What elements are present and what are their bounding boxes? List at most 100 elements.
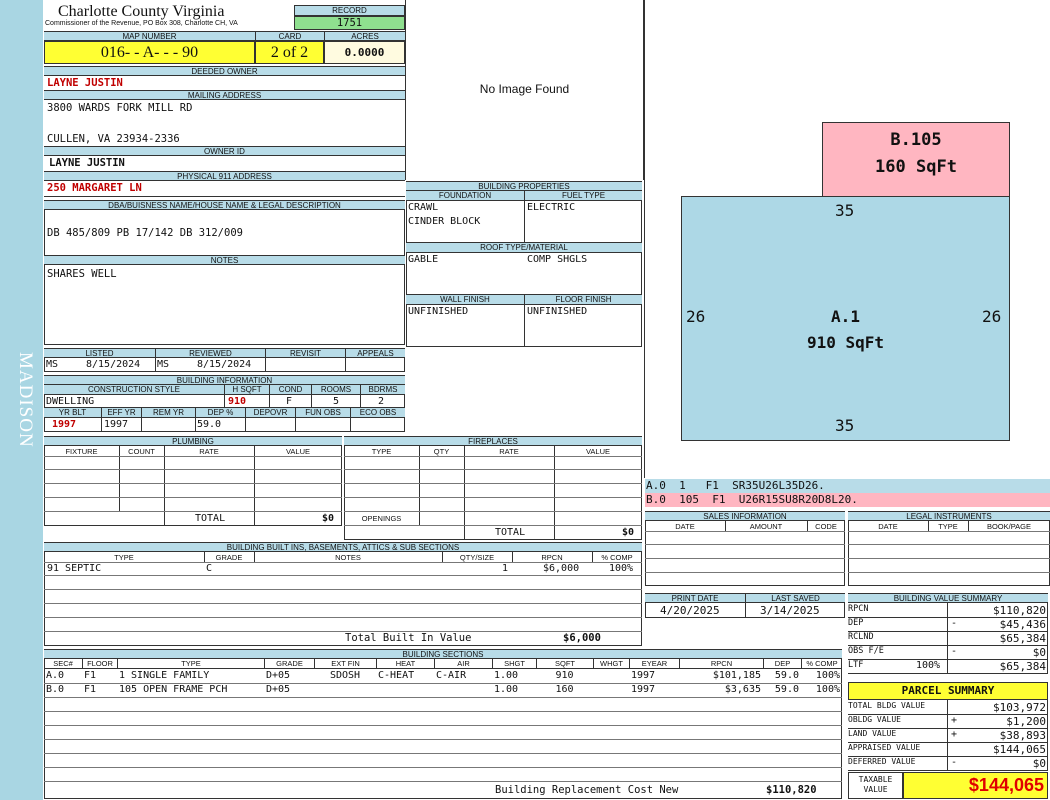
- no-image-text: No Image Found: [479, 82, 570, 96]
- eff-yr-value: 1997: [104, 419, 129, 430]
- eff-yr-header: EFF YR: [101, 408, 141, 418]
- fireplace-total-label: TOTAL: [495, 527, 526, 538]
- parcel-row: LAND VALUE + $38,893: [848, 728, 1048, 743]
- parcel-sign: -: [951, 757, 958, 768]
- wall-finish-value: UNFINISHED: [408, 306, 469, 317]
- section-cell: 1997: [631, 670, 656, 681]
- parcel-value: $1,200: [1006, 715, 1046, 728]
- vs-value: $65,384: [999, 660, 1046, 673]
- last-saved-header: LAST SAVED: [745, 593, 845, 603]
- section-cell: C-AIR: [436, 670, 467, 681]
- value-summary-row: RPCN $110,820: [848, 603, 1048, 618]
- section-cell: B.0: [46, 684, 65, 695]
- record-value: 1751: [294, 16, 405, 30]
- sections-col-header: % COMP: [801, 659, 842, 669]
- sketch-b-area: 160 SqFt: [875, 157, 957, 177]
- section-cell: $101,185: [712, 670, 761, 681]
- mailing-address-line1: 3800 WARDS FORK MILL RD: [47, 102, 193, 114]
- sales-amount-col: AMOUNT: [749, 522, 783, 531]
- plumbing-count-col: COUNT: [128, 447, 155, 456]
- builtins-rpcn-col: RPCN: [541, 553, 563, 562]
- parcel-row: APPRAISED VALUE $144,065: [848, 742, 1048, 757]
- builtins-header: BUILDING BUILT INS, BASEMENTS, ATTICS & …: [44, 542, 642, 552]
- sketch-vector-b: B.0 105 F1 U26R15SU8R20D8L20.: [645, 493, 1050, 507]
- roof-header: ROOF TYPE/MATERIAL: [406, 243, 642, 253]
- floor-finish-header: FLOOR FINISH: [524, 295, 642, 305]
- deeded-owner-header: DEEDED OWNER: [44, 66, 405, 76]
- commissioner-text: Commissioner of the Revenue, PO Box 308,…: [45, 20, 238, 27]
- plumbing-total-value: $0: [322, 513, 335, 524]
- sketch-dim-top: 35: [835, 201, 855, 220]
- section-cell: $3,635: [724, 684, 761, 695]
- card-value: 2 of 2: [255, 41, 324, 64]
- parcel-label: OBLDG VALUE: [848, 715, 901, 724]
- section-cell: 105 OPEN FRAME PCH: [119, 684, 228, 695]
- section-cell: 59.0: [774, 670, 799, 681]
- sections-col-header: SEC#: [53, 659, 73, 668]
- sections-col-header: HEAT: [376, 659, 434, 669]
- sections-col-header: RPCN: [679, 659, 763, 669]
- section-cell: 1.00: [494, 684, 519, 695]
- ltf-percent: 100%: [916, 660, 941, 671]
- plumbing-rate-col: RATE: [199, 447, 219, 456]
- dep-value: 59.0: [197, 419, 222, 430]
- physical-address-value: 250 MARGARET LN: [47, 182, 142, 194]
- fireplace-qty-col: QTY: [433, 447, 450, 456]
- builtins-row-rpcn: $6,000: [543, 563, 580, 574]
- fun-obs-header: FUN OBS: [295, 408, 350, 418]
- map-number-header: MAP NUMBER: [44, 31, 255, 41]
- vs-sign: -: [951, 646, 958, 657]
- reviewed-date: 8/15/2024: [197, 359, 252, 370]
- vs-value: $0: [1032, 646, 1046, 659]
- builtins-notes-col: NOTES: [335, 553, 361, 562]
- section-row: A.0 F1 1 SINGLE FAMILY D+05 SDOSH C-HEAT C-AIR…: [44, 669, 842, 683]
- plumbing-header: PLUMBING: [44, 436, 342, 446]
- listed-date: 8/15/2024: [86, 359, 141, 370]
- vs-value: $110,820: [993, 604, 1046, 617]
- parcel-sign: +: [951, 729, 958, 740]
- legal-type-col: TYPE: [938, 522, 958, 531]
- fireplace-value-col: VALUE: [585, 447, 611, 456]
- owner-id-header: OWNER ID: [44, 146, 405, 156]
- cond-header: COND: [269, 385, 311, 395]
- sections-header-row: SEC# FLOOR TYPE GRADE EXT FIN HEAT AIR SHGT SQFT…: [44, 659, 842, 669]
- sections-rows: A.0 F1 1 SINGLE FAMILY D+05 SDOSH C-HEAT C-AIR…: [44, 669, 842, 697]
- plumbing-total-label: TOTAL: [195, 513, 226, 524]
- taxable-label-line1: TAXABLE: [858, 775, 893, 784]
- fuel-type-header: FUEL TYPE: [524, 191, 642, 201]
- legal-bookpage-col: BOOK/PAGE: [986, 522, 1032, 531]
- value-summary-row: LTF 100% $65,384: [848, 659, 1048, 674]
- listed-header: LISTED: [44, 348, 155, 358]
- vs-label: LTF: [848, 660, 864, 670]
- sales-header: SALES INFORMATION: [645, 511, 845, 521]
- fireplace-type-col: TYPE: [371, 447, 392, 456]
- mailing-address-header: MAILING ADDRESS: [44, 90, 405, 100]
- vs-sign: -: [951, 618, 958, 629]
- section-cell: SDOSH: [329, 670, 361, 681]
- section-cell: 1997: [631, 684, 656, 695]
- vector-a-text: A.0 1 F1 SR35U26L35D26.: [646, 479, 825, 492]
- card-header: CARD: [255, 31, 324, 41]
- roof-box: [406, 253, 642, 295]
- value-summary-table: RPCN $110,820 DEP - $45,436 RCLND $65,38…: [848, 603, 1048, 674]
- roof-material-value: COMP SHGLS: [527, 254, 588, 265]
- builtins-row-comp: 100%: [609, 563, 634, 574]
- bdrms-header: BDRMS: [360, 385, 405, 395]
- vector-b-text: B.0 105 F1 U26R15SU8R20D8L20.: [646, 493, 858, 506]
- section-cell: 1.00: [494, 670, 519, 681]
- record-header: RECORD: [294, 5, 405, 16]
- builtins-grade-col: GRADE: [215, 553, 243, 562]
- county-title: Charlotte County Virginia: [58, 3, 225, 20]
- value-summary-row: OBS F/E - $0: [848, 645, 1048, 660]
- building-sections-header: BUILDING SECTIONS: [44, 649, 842, 659]
- parcel-value: $0: [1032, 757, 1046, 770]
- parcel-value: $38,893: [999, 729, 1046, 742]
- legal-date-col: DATE: [878, 522, 898, 531]
- section-cell: 59.0: [774, 684, 799, 695]
- parcel-label: LAND VALUE: [848, 729, 897, 738]
- revisit-header: REVISIT: [265, 348, 345, 358]
- eco-obs-header: ECO OBS: [350, 408, 405, 418]
- parcel-label: DEFERRED VALUE: [848, 757, 916, 766]
- bdrms-value: 2: [378, 396, 385, 407]
- builtins-row-type: 91 SEPTIC: [47, 563, 102, 574]
